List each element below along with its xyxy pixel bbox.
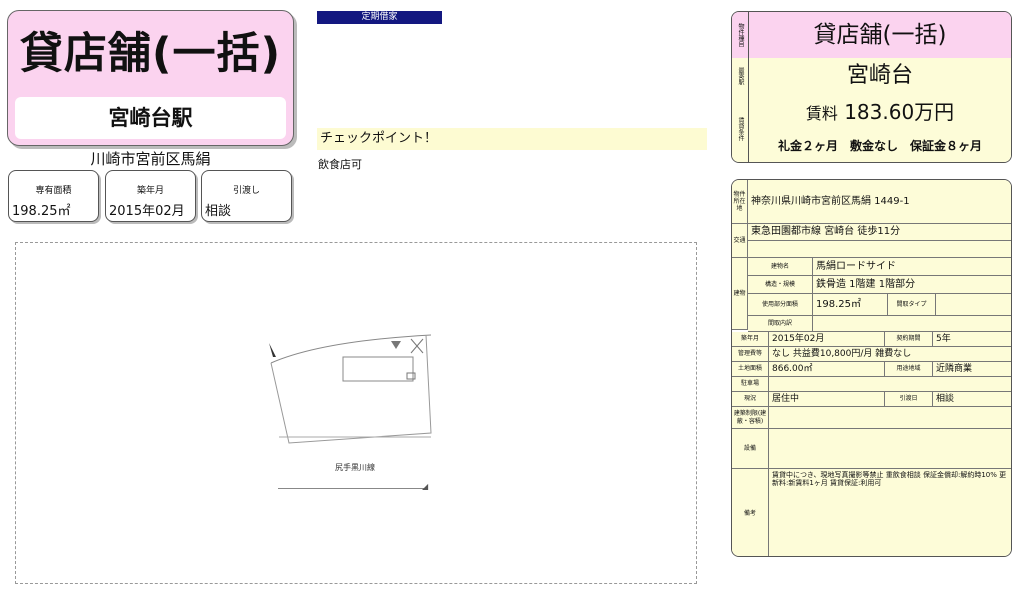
built-value: 2015年02月: [109, 204, 185, 219]
handover-value: 相談: [205, 204, 232, 219]
period-header: 契約期間: [885, 332, 933, 347]
rent-label: 賃料: [805, 104, 838, 123]
transport-header: 交通: [732, 224, 748, 258]
detail-table: 物件所在地 神奈川県川崎市宮前区馬絹 1449-1 交通 東急田園都市線 宮崎台…: [731, 179, 1012, 557]
resize-grip-icon[interactable]: ◢: [422, 482, 428, 491]
map-area[interactable]: [15, 242, 697, 584]
layout-type-header: 間取タイプ: [888, 294, 936, 316]
equipment-value: [769, 429, 1011, 469]
station-label: 宮崎台駅: [15, 97, 286, 139]
address-subtitle: 川崎市宮前区馬絹: [90, 150, 211, 168]
structure-header: 構造・規模: [748, 276, 813, 294]
summary-terms-cell: 賃料 183.60万円 礼金２ヶ月 敷金なし 保証金８ヶ月: [749, 94, 1011, 162]
notes-value: 賃貸中につき、現地写真撮影等禁止 重飲食相談 保証金償却:解約時10% 更新料:…: [769, 469, 1011, 556]
built-value-detail: 2015年02月: [769, 332, 885, 347]
building-limit-value: [769, 407, 1011, 429]
zoning-value: 近隣商業: [933, 362, 1011, 377]
building-name-header: 建物名: [748, 258, 813, 276]
area-box: 専有面積 198.25㎡: [8, 170, 99, 222]
management-fee-value: なし 共益費10,800円/月 雑費なし: [769, 347, 1011, 362]
area-value: 198.25㎡: [12, 204, 71, 219]
management-fee-header: 管理費等: [732, 347, 769, 362]
parking-header: 駐車場: [732, 377, 769, 392]
built-box: 築年月 2015年02月: [105, 170, 196, 222]
parking-value: [769, 377, 1011, 392]
period-value: 5年: [933, 332, 1011, 347]
summary-box: 物件種目 貸店舗(一括) 最寄駅 宮崎台 賃貸条件 賃料 183.60万円 礼金…: [731, 11, 1012, 163]
structure-value: 鉄骨造 1階建 1階部分: [813, 276, 1011, 294]
rent-value: 183.60万円: [844, 100, 955, 124]
summary-station-header: 最寄駅: [732, 58, 749, 95]
layout-detail-header: 間取内訳: [748, 316, 813, 332]
status-value: 居住中: [769, 392, 885, 407]
summary-terms-header: 賃貸条件: [732, 94, 749, 162]
floor-area-header: 使用部分面積: [748, 294, 813, 316]
layout-type-value: [936, 294, 1011, 316]
location-value: 神奈川県川崎市宮前区馬絹 1449-1: [748, 180, 1011, 224]
checkpoint-text: 飲食店可: [318, 158, 362, 171]
map-road-label: 尻手黒川線: [335, 463, 375, 472]
handover-box: 引渡し 相談: [201, 170, 292, 222]
site-map-drawing: [269, 334, 432, 444]
handover-label: 引渡し: [232, 186, 260, 196]
transport-extra: [748, 241, 1011, 258]
checkpoint-heading: チェックポイント！: [317, 128, 707, 150]
area-label: 専有面積: [35, 186, 72, 196]
handover-date-header: 引渡日: [885, 392, 933, 407]
land-area-value: 866.00㎡: [769, 362, 885, 377]
floor-area-value: 198.25㎡: [813, 294, 888, 316]
map-divider: [278, 488, 428, 489]
notes-header: 備考: [732, 469, 769, 556]
layout-detail-value: [813, 316, 1011, 332]
built-label: 築年月: [136, 186, 164, 196]
location-header: 物件所在地: [732, 180, 748, 224]
fixed-term-lease-badge: 定期借家: [317, 11, 442, 24]
equipment-header: 設備: [732, 429, 769, 469]
summary-station: 宮崎台: [749, 58, 1011, 95]
building-limit-header: 建築制限(建蔽・容積): [732, 407, 769, 429]
built-header: 築年月: [732, 332, 769, 347]
building-name: 馬絹ロードサイド: [813, 258, 1011, 276]
title-card: 貸店舗(一括) 宮崎台駅: [7, 10, 294, 146]
land-area-header: 土地面積: [732, 362, 769, 377]
building-header: 建物: [732, 258, 748, 330]
handover-date-value: 相談: [933, 392, 1011, 407]
zoning-header: 用途地域: [885, 362, 933, 377]
summary-type: 貸店舗(一括): [749, 12, 1011, 59]
status-header: 現況: [732, 392, 769, 407]
lease-terms: 礼金２ヶ月 敷金なし 保証金８ヶ月: [777, 139, 982, 153]
summary-type-header: 物件種目: [732, 12, 749, 59]
transport-value: 東急田園都市線 宮崎台 徒歩11分: [748, 224, 1011, 241]
property-type-title: 貸店舗(一括): [19, 29, 282, 79]
